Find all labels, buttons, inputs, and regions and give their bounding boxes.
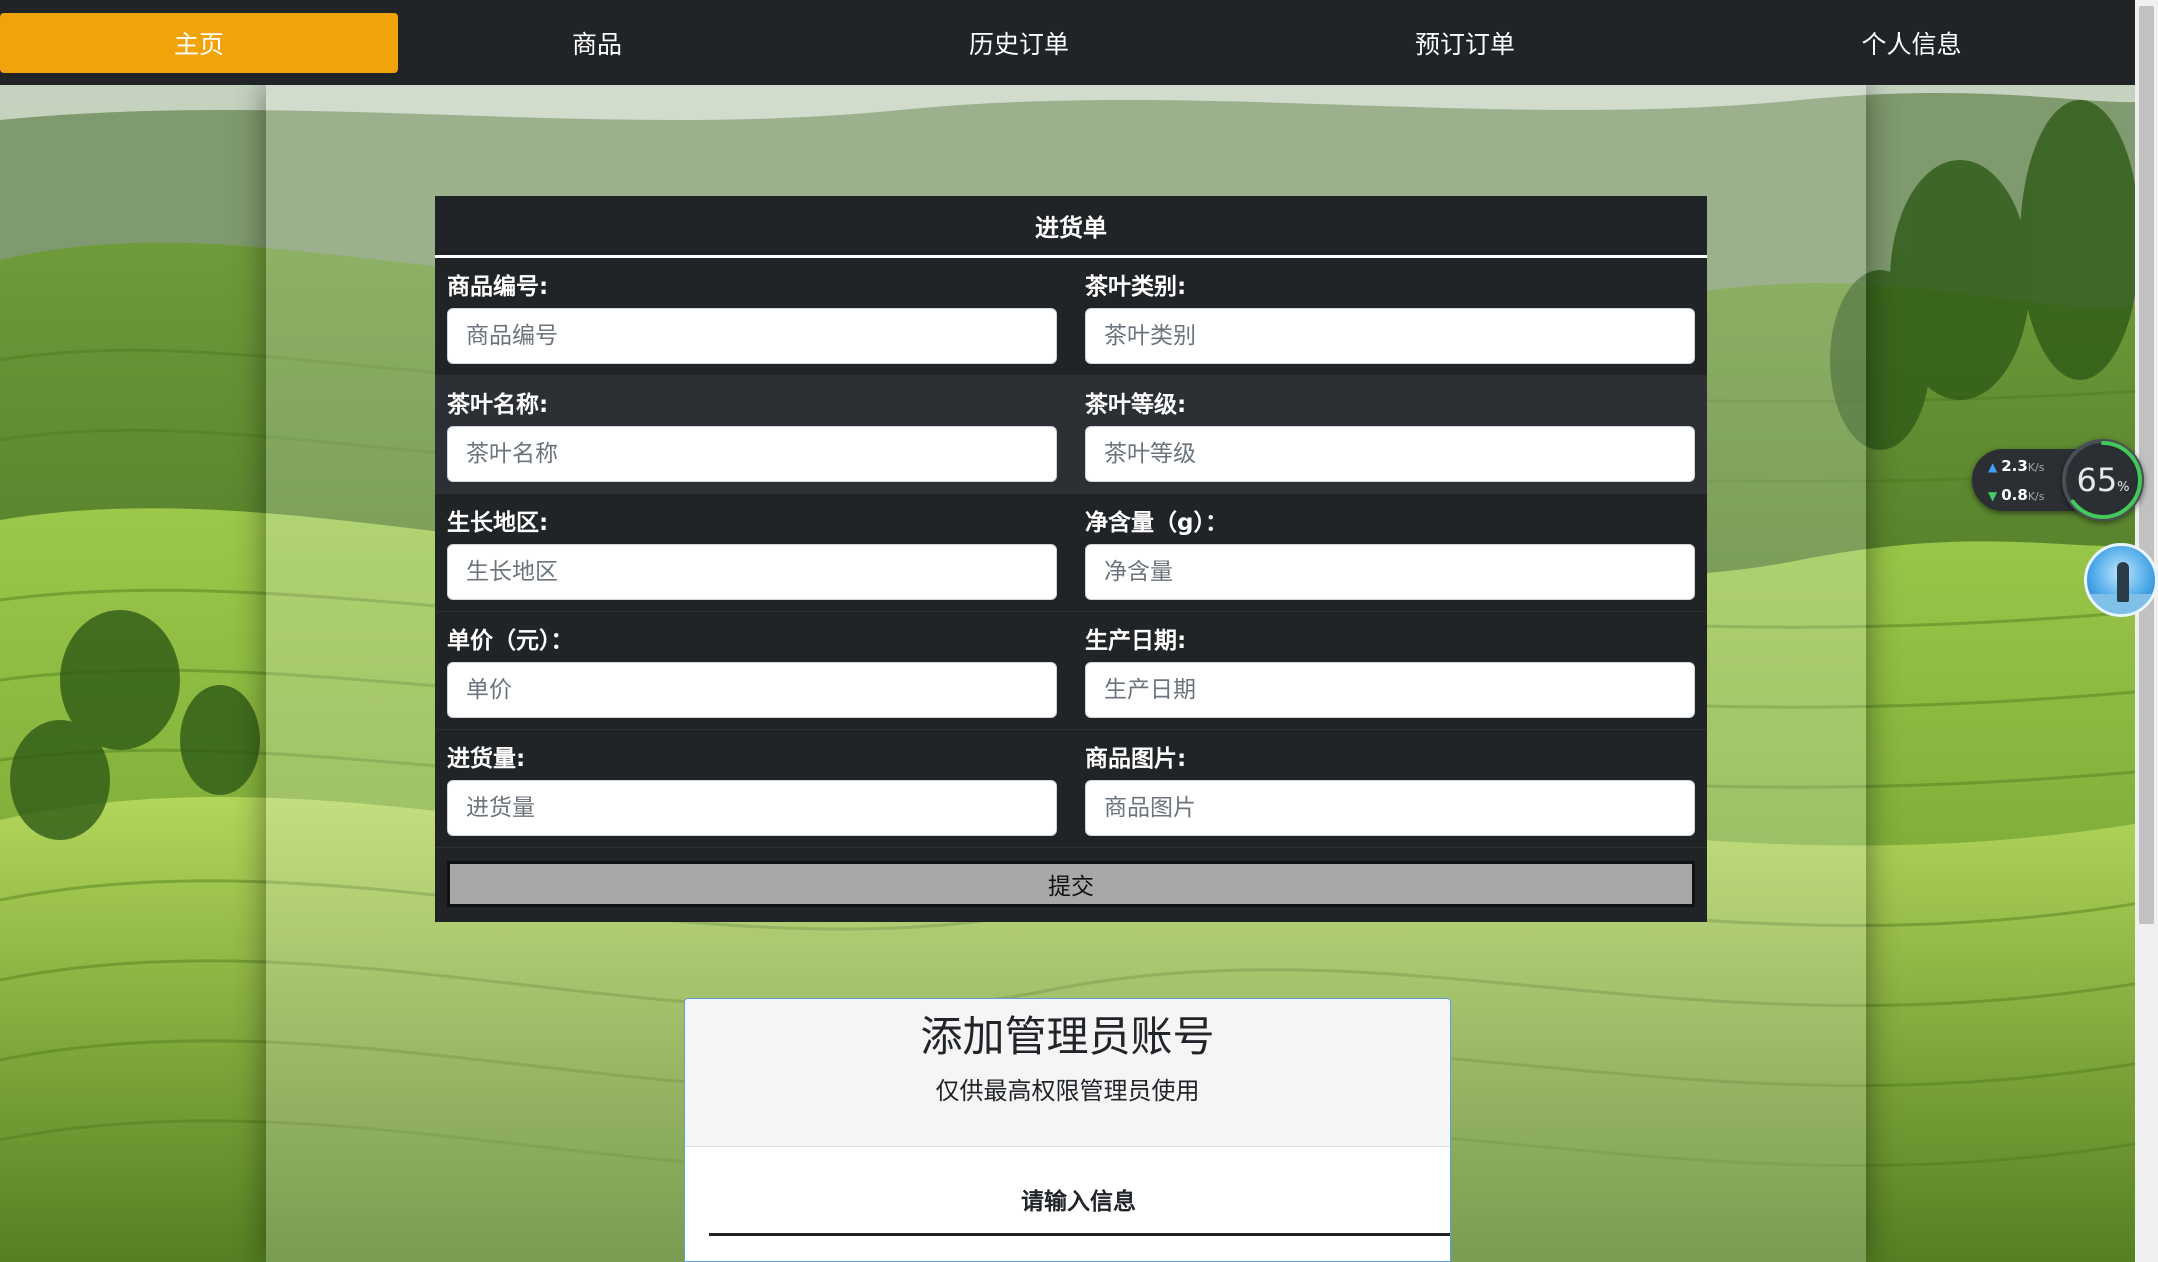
form-field-quantity: 进货量: [435,744,1071,847]
quantity-input[interactable] [447,780,1057,836]
nav-item-products[interactable]: 商品 [398,13,796,73]
admin-section-label: 请输入信息 [1021,1189,1136,1215]
field-label: 茶叶等级: [1085,392,1187,418]
form-field-tea-grade: 茶叶等级: [1071,390,1707,493]
product-image-input[interactable] [1085,780,1695,836]
page-scrollbar[interactable] [2135,0,2158,1262]
nav-item-reservations[interactable]: 预订订单 [1242,13,1688,73]
net-weight-input[interactable] [1085,544,1695,600]
form-field-tea-category: 茶叶类别: [1071,272,1707,375]
form-row: 生长地区: 净含量（g）： [435,494,1707,612]
tea-name-input[interactable] [447,426,1057,482]
upload-speed-unit: K/s [2027,461,2045,474]
origin-input[interactable] [447,544,1057,600]
form-field-net-weight: 净含量（g）： [1071,508,1707,611]
form-field-tea-name: 茶叶名称: [435,390,1071,493]
assistant-avatar[interactable] [2084,543,2158,617]
admin-section-divider [709,1233,1450,1236]
field-label: 净含量（g）： [1085,510,1228,536]
usage-gauge-unit: % [2117,479,2130,495]
field-label: 茶叶名称: [447,392,549,418]
submit-row: 提交 [435,848,1707,907]
field-label: 生产日期: [1085,628,1187,654]
production-date-input[interactable] [1085,662,1695,718]
form-row: 进货量: 商品图片: [435,730,1707,848]
usage-gauge[interactable]: 65% [2062,439,2144,521]
form-row: 商品编号: 茶叶类别: [435,258,1707,376]
field-label: 茶叶类别: [1085,274,1187,300]
nav-item-home[interactable]: 主页 [0,12,398,73]
product-id-input[interactable] [447,308,1057,364]
field-label: 单价（元）： [447,628,574,654]
nav-item-profile[interactable]: 个人信息 [1688,13,2135,73]
form-field-product-id: 商品编号: [435,272,1071,375]
field-label: 商品图片: [1085,746,1187,772]
field-label: 商品编号: [447,274,549,300]
field-label: 进货量: [447,746,526,772]
stock-form-title: 进货单 [435,196,1707,258]
avatar-figure [2117,562,2129,602]
form-field-unit-price: 单价（元）： [435,626,1071,729]
download-speed: ▼ 0.8K/s [1988,486,2044,504]
upload-speed: ▲ 2.3K/s [1988,457,2044,475]
admin-card-header: 添加管理员账号 仅供最高权限管理员使用 [685,999,1450,1147]
download-arrow-icon: ▼ [1988,489,1998,503]
form-field-origin: 生长地区: [435,508,1071,611]
admin-card-subtitle: 仅供最高权限管理员使用 [935,1077,1200,1105]
admin-card-body: 请输入信息 [685,1147,1450,1236]
usage-gauge-value: 65 [2076,461,2118,499]
tea-category-input[interactable] [1085,308,1695,364]
upload-arrow-icon: ▲ [1988,460,1998,474]
submit-button[interactable]: 提交 [447,861,1695,907]
download-speed-value: 0.8 [2001,486,2028,504]
add-admin-card: 添加管理员账号 仅供最高权限管理员使用 请输入信息 [684,998,1451,1262]
admin-card-title: 添加管理员账号 [920,1012,1215,1061]
field-label: 生长地区: [447,510,549,536]
nav-item-order-history[interactable]: 历史订单 [796,13,1242,73]
unit-price-input[interactable] [447,662,1057,718]
tea-grade-input[interactable] [1085,426,1695,482]
top-nav-bar: 主页 商品 历史订单 预订订单 个人信息 [0,0,2135,85]
upload-speed-value: 2.3 [2001,457,2028,475]
form-field-product-image: 商品图片: [1071,744,1707,847]
download-speed-unit: K/s [2027,490,2045,503]
form-field-production-date: 生产日期: [1071,626,1707,729]
stock-in-form: 进货单 商品编号: 茶叶类别: 茶叶名称: 茶叶等级: 生长地区: 净含量（g）… [435,196,1707,922]
form-row: 单价（元）： 生产日期: [435,612,1707,730]
form-row: 茶叶名称: 茶叶等级: [435,376,1707,494]
